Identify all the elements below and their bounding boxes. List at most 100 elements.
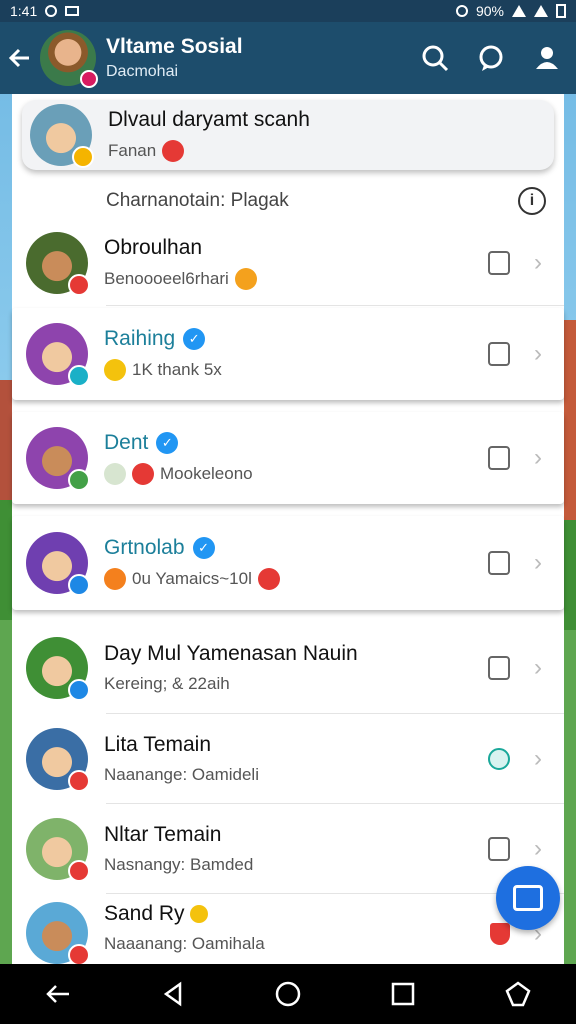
list-item[interactable]: Raihing ✓ 1K thank 5x › [12, 308, 564, 400]
nav-assistant-icon[interactable] [503, 979, 533, 1009]
status-badge [68, 365, 90, 387]
avatar [30, 104, 94, 168]
emoji-icon [104, 568, 126, 590]
chat-name: Obroulhan [104, 236, 203, 259]
arrow-left-icon [8, 48, 29, 68]
chat-bubble-icon[interactable] [476, 43, 506, 73]
clipboard-icon[interactable] [488, 251, 510, 275]
list-item[interactable]: Day Mul Yamenasan Nauin Kereing; & 22aih… [12, 622, 564, 714]
check-circle-icon[interactable] [488, 748, 510, 770]
status-badge [68, 469, 90, 491]
chat-preview: Mookeleono [160, 464, 253, 483]
hand-icon[interactable] [488, 342, 510, 366]
emoji-icon [132, 463, 154, 485]
list-item[interactable]: Grtnolab ✓ 0u Yamaics~10l › [12, 516, 564, 610]
list-item[interactable]: Dent ✓ Mookeleono › [12, 412, 564, 504]
verified-icon: ✓ [183, 328, 206, 351]
chevron-right-icon[interactable]: › [534, 340, 542, 368]
list-item[interactable]: Obroulhan Benoooeel6rhari › [12, 220, 564, 306]
hand-icon[interactable] [488, 446, 510, 470]
status-badge [72, 146, 94, 168]
chat-name: Raihing ✓ [104, 327, 488, 351]
status-bar: 1:41 90% [0, 0, 576, 22]
header-text[interactable]: Vltame Sosial Dacmohai [106, 35, 420, 81]
hand-icon[interactable] [488, 551, 510, 575]
info-icon[interactable]: i [518, 187, 546, 215]
status-badge [68, 860, 90, 882]
verified-icon: ✓ [156, 432, 179, 455]
chat-name: Dlvaul daryamt scanh [108, 108, 310, 131]
list-item[interactable]: Nltar Temain Nasnangy: Bamded › [12, 804, 564, 894]
chevron-right-icon[interactable]: › [534, 835, 542, 863]
group-avatar[interactable] [40, 30, 98, 88]
chevron-right-icon[interactable]: › [534, 444, 542, 472]
page-subtitle: Dacmohai [106, 63, 179, 80]
nav-back-icon[interactable] [158, 979, 188, 1009]
media-icon [65, 6, 80, 16]
signal-icon [534, 5, 548, 17]
chat-name: Dent ✓ [104, 431, 488, 455]
chat-name: Lita Temain [104, 733, 212, 756]
chat-name: Sand Ry [104, 902, 490, 926]
chevron-right-icon[interactable]: › [534, 745, 542, 773]
emoji-icon [190, 905, 209, 924]
clipboard-icon[interactable] [488, 837, 510, 861]
avatar [26, 532, 90, 596]
notification-icon [45, 5, 58, 17]
verified-icon: ✓ [192, 537, 215, 560]
app-header: Vltame Sosial Dacmohai [0, 22, 576, 94]
list-item[interactable]: Lita Temain Naanange: Oamideli › [12, 714, 564, 804]
alarm-icon [455, 5, 468, 17]
status-badge [68, 770, 90, 792]
emoji-icon [104, 359, 126, 381]
shield-icon[interactable] [490, 923, 510, 945]
chevron-right-icon[interactable]: › [534, 549, 542, 577]
avatar [26, 637, 90, 701]
section-header: Charnanotain: Plagak i [12, 182, 564, 220]
nav-recents-icon[interactable] [388, 979, 418, 1009]
status-time: 1:41 [10, 3, 38, 19]
chat-list-panel: Dlvaul daryamt scanh Fanan Charnanotain:… [12, 94, 564, 966]
avatar [26, 427, 90, 491]
chat-name: Grtnolab ✓ [104, 536, 488, 560]
status-badge [68, 944, 90, 966]
avatar [26, 728, 90, 792]
avatar [26, 232, 90, 296]
person-icon[interactable] [532, 43, 562, 73]
emoji-icon [257, 568, 280, 590]
back-button[interactable] [0, 22, 40, 94]
system-nav-bar [0, 964, 576, 1024]
chevron-right-icon[interactable]: › [534, 249, 542, 277]
list-item[interactable]: Sand Ry Naaanang: Oamihala › [12, 894, 564, 966]
chat-preview: Naanange: Oamideli [104, 765, 259, 784]
chat-name: Day Mul Yamenasan Nauin [104, 642, 358, 665]
divider [106, 305, 564, 306]
avatar [26, 902, 90, 966]
background-house-right [562, 320, 576, 540]
hand-icon[interactable] [488, 656, 510, 680]
compose-button[interactable] [496, 866, 560, 930]
status-badge [68, 274, 90, 296]
nav-back-arrow-icon[interactable] [43, 979, 73, 1009]
search-icon[interactable] [420, 43, 450, 73]
chat-preview: 1K thank 5x [132, 360, 222, 379]
chat-preview: 0u Yamaics~10l [132, 569, 252, 588]
chevron-right-icon[interactable]: › [534, 654, 542, 682]
emoji-icon [162, 140, 185, 162]
chat-preview: Nasnangy: Bamded [104, 855, 254, 874]
section-title: Charnanotain: Plagak [106, 190, 289, 211]
chat-preview: Benoooeel6rhari [104, 269, 229, 288]
header-actions [420, 43, 576, 73]
avatar-badge [80, 70, 98, 88]
background-tree-right [562, 520, 576, 630]
chat-name: Nltar Temain [104, 823, 222, 846]
wifi-icon [512, 5, 526, 17]
chat-preview: Fanan [108, 141, 157, 160]
page-title: Vltame Sosial [106, 35, 243, 58]
pinned-chat-card[interactable]: Dlvaul daryamt scanh Fanan [22, 100, 554, 170]
status-badge [68, 679, 90, 701]
nav-home-icon[interactable] [273, 979, 303, 1009]
chat-preview: Naaanang: Oamihala [104, 934, 265, 953]
chat-preview: Kereing; & 22aih [104, 674, 230, 693]
emoji-icon [234, 268, 257, 290]
